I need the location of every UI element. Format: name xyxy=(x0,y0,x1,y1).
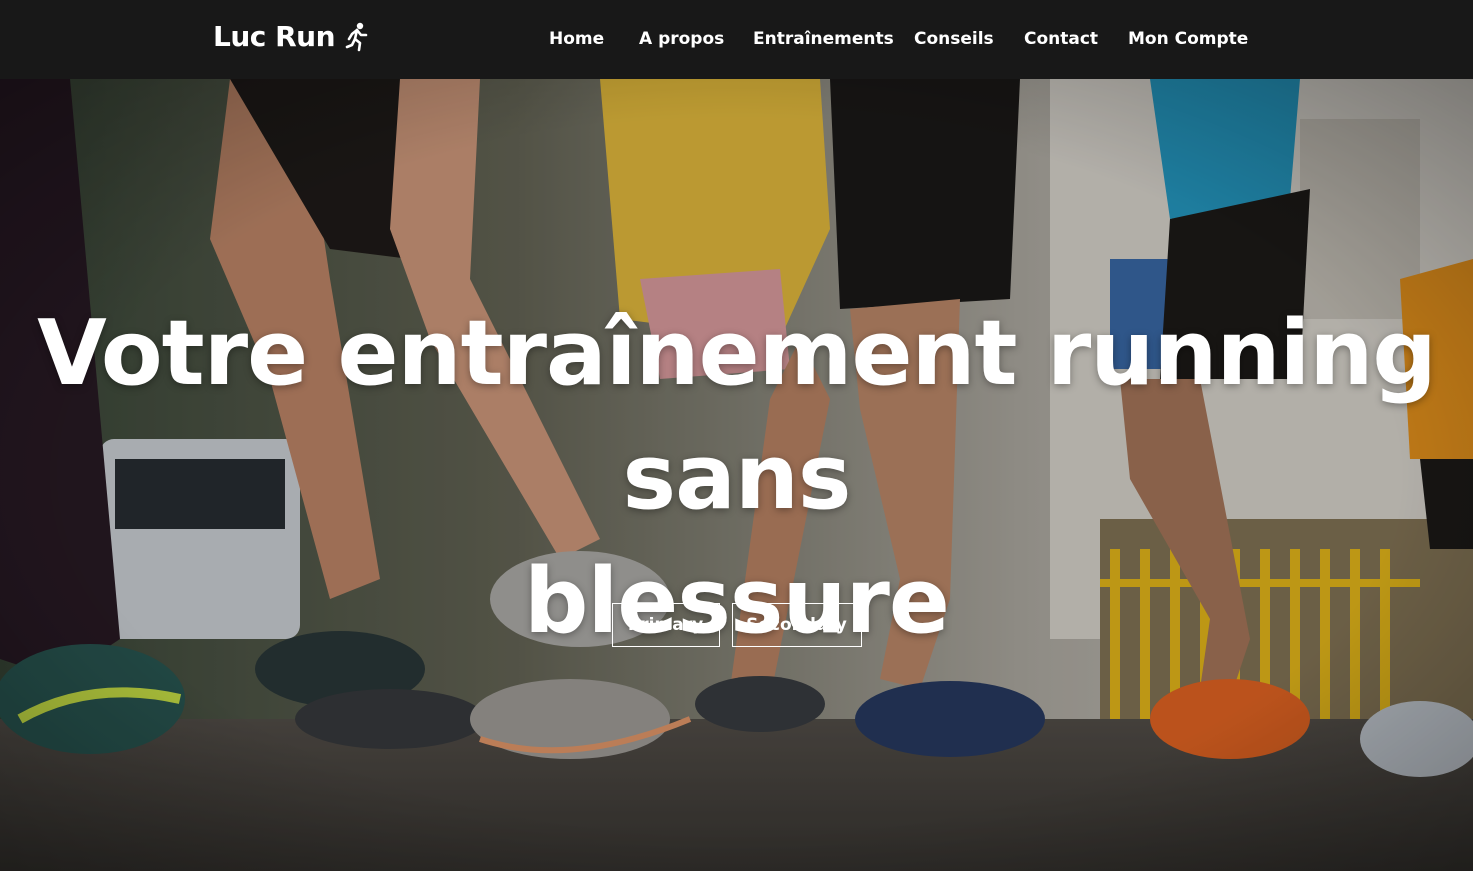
primary-button[interactable]: Primary xyxy=(611,603,720,647)
navbar: Luc Run Home A propos Entraînements Cons… xyxy=(0,0,1473,79)
hero-title-line-1: Votre entraînement running sans xyxy=(37,301,1437,530)
nav-link-contact[interactable]: Contact xyxy=(1024,29,1098,49)
secondary-button[interactable]: Secondary xyxy=(731,603,862,647)
nav-menu: Home A propos Entraînements Conseils Con… xyxy=(0,0,1473,79)
nav-link-home[interactable]: Home xyxy=(549,29,604,49)
nav-link-conseils[interactable]: Conseils xyxy=(914,29,994,49)
nav-link-entrainements[interactable]: Entraînements xyxy=(753,29,894,49)
hero-button-group: Primary Secondary xyxy=(0,603,1473,647)
nav-link-mon-compte[interactable]: Mon Compte xyxy=(1128,29,1248,49)
hero-section: Votre entraînement running sans blessure… xyxy=(0,79,1473,871)
nav-link-a-propos[interactable]: A propos xyxy=(639,29,724,49)
